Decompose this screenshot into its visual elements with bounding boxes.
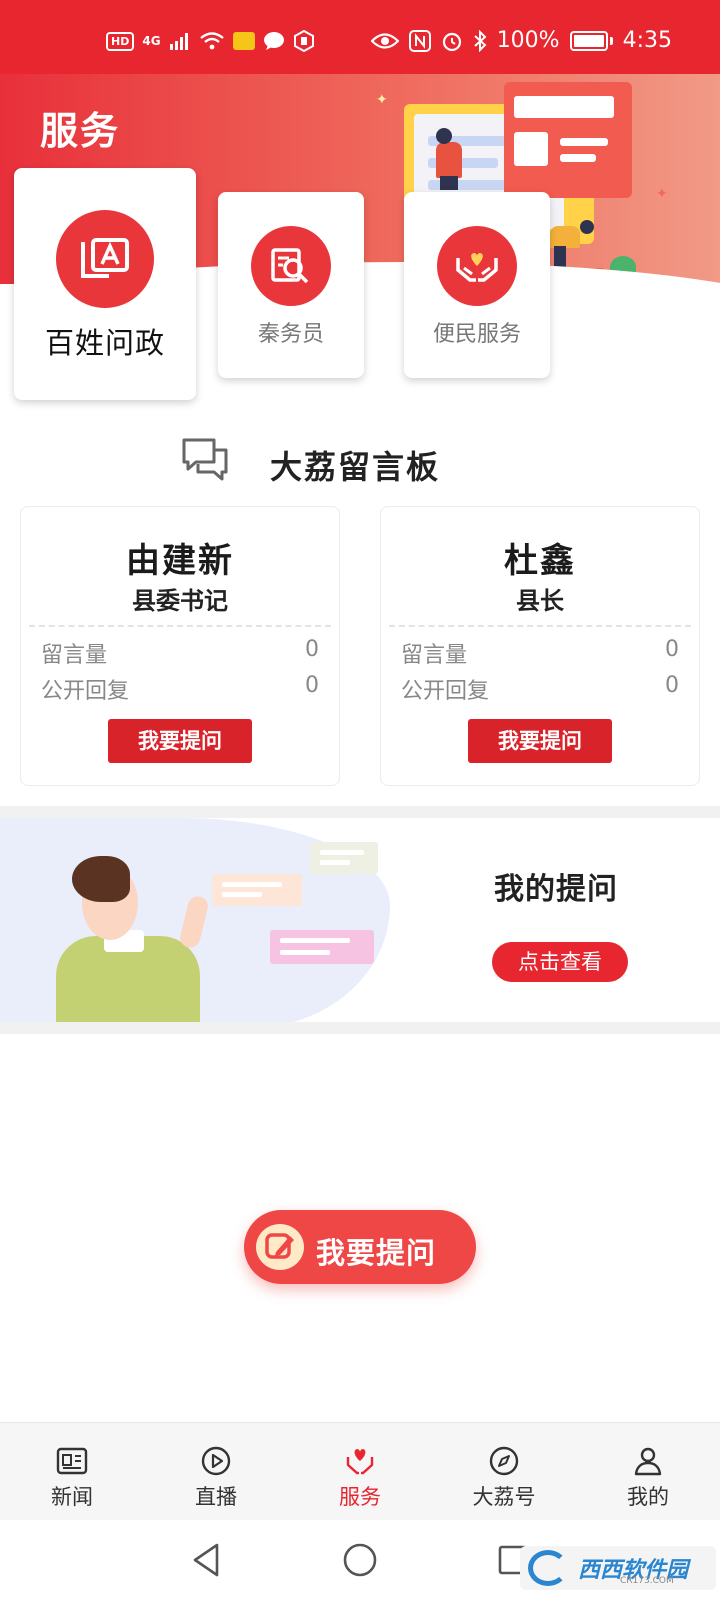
bottom-tab-bar: 新闻 直播 服务 大荔号 我的 — [0, 1422, 720, 1520]
edit-icon — [256, 1224, 304, 1270]
alarm-icon — [442, 32, 461, 51]
stat-replies: 公开回复 0 — [401, 673, 679, 704]
stat-messages: 留言量 0 — [41, 637, 319, 668]
heart-hands-icon — [437, 226, 517, 306]
news-icon — [56, 1447, 88, 1475]
illustration-head-1 — [436, 128, 452, 144]
illustration-bubble — [270, 930, 374, 964]
fab-label: 我要提问 — [316, 1236, 437, 1270]
official-title: 县长 — [516, 587, 564, 615]
service-label: 百姓问政 — [44, 326, 165, 360]
service-label: 便民服务 — [432, 322, 521, 347]
official-title: 县委书记 — [132, 587, 228, 615]
play-icon — [201, 1446, 231, 1476]
status-left: HD 4G — [106, 30, 315, 52]
signal-icon — [169, 33, 188, 50]
wifi-icon — [199, 32, 224, 50]
ask-question-button[interactable]: 我要提问 — [468, 719, 612, 763]
illustration-legs-1 — [440, 176, 458, 190]
clock: 4:35 — [622, 28, 672, 53]
stat-label: 留言量 — [41, 643, 108, 668]
chat-bubbles-icon — [182, 438, 228, 481]
watermark-logo: 西西软件园 CR173.COM — [520, 1546, 716, 1590]
stat-messages: 留言量 0 — [401, 637, 679, 668]
network-badge: 4G — [142, 34, 161, 48]
message-board-title: 大荔留言板 — [270, 448, 441, 486]
service-label: 秦务员 — [257, 322, 324, 347]
mail-icon — [232, 32, 255, 50]
sparkle-icon: ✦ — [376, 92, 388, 108]
service-tile-qinwuyuan[interactable]: 秦务员 — [218, 192, 364, 378]
hd-badge: HD — [106, 31, 135, 51]
sparkle-icon: ✦ — [396, 74, 408, 90]
illustration-card — [504, 82, 632, 198]
eye-icon — [370, 32, 399, 49]
view-my-questions-button[interactable]: 点击查看 — [492, 942, 628, 982]
official-card: 由建新 县委书记 留言量 0 公开回复 0 我要提问 — [20, 506, 340, 786]
stat-label: 公开回复 — [41, 679, 130, 704]
divider — [389, 625, 691, 627]
official-name: 由建新 — [126, 541, 234, 581]
ask-question-button[interactable]: 我要提问 — [108, 719, 252, 763]
battery-icon — [569, 30, 608, 51]
illustration-person-2 — [550, 226, 580, 248]
service-heart-icon — [346, 1449, 374, 1475]
tab-label: 直播 — [195, 1485, 237, 1509]
tab-label: 新闻 — [51, 1485, 93, 1509]
sparkle-icon: ✦ — [656, 186, 668, 202]
stat-label: 公开回复 — [401, 679, 490, 704]
status-right: 100% 4:35 — [370, 28, 672, 53]
service-tile-bianmin-fuwu[interactable]: 便民服务 — [404, 192, 550, 378]
official-card: 杜鑫 县长 留言量 0 公开回复 0 我要提问 — [380, 506, 700, 786]
tab-label: 服务 — [339, 1485, 381, 1509]
nfc-icon — [408, 29, 431, 52]
section-separator — [0, 806, 720, 818]
back-icon[interactable] — [190, 1542, 222, 1578]
official-name: 杜鑫 — [504, 541, 576, 581]
tab-mine[interactable]: 我的 — [576, 1423, 720, 1521]
stat-value: 0 — [305, 673, 319, 698]
stat-label: 留言量 — [401, 643, 468, 668]
watermark-sub: CR173.COM — [620, 1576, 674, 1586]
section-separator — [0, 1022, 720, 1034]
divider — [29, 625, 331, 627]
illustration-head-2 — [580, 220, 594, 234]
illustration-bubble — [212, 874, 302, 906]
stat-value: 0 — [665, 673, 679, 698]
my-questions-banner[interactable]: 我的提问 点击查看 — [0, 818, 720, 1030]
battery-percent: 100% — [496, 28, 560, 53]
screen: { "status_bar": { "left_badges": ["HD", … — [0, 0, 720, 1600]
illustration-bubble — [310, 842, 378, 874]
page-title: 服务 — [40, 109, 121, 153]
stat-value: 0 — [665, 637, 679, 662]
tab-dali-hao[interactable]: 大荔号 — [432, 1423, 576, 1521]
qa-board-icon — [56, 210, 154, 308]
tab-live[interactable]: 直播 — [144, 1423, 288, 1521]
home-icon[interactable] — [342, 1542, 378, 1578]
document-search-icon — [251, 226, 331, 306]
hand-icon — [293, 30, 314, 52]
compass-icon — [489, 1446, 519, 1476]
bluetooth-icon — [474, 29, 487, 52]
ask-question-fab[interactable]: 我要提问 — [244, 1210, 476, 1284]
battery-tip — [609, 36, 613, 45]
my-questions-title: 我的提问 — [494, 872, 618, 907]
user-icon — [634, 1447, 662, 1476]
service-tile-baixing-wenzheng[interactable]: 百姓问政 — [14, 168, 196, 400]
status-bar: HD 4G 100% 4:35 — [0, 0, 720, 74]
tab-label: 我的 — [627, 1485, 669, 1509]
stat-replies: 公开回复 0 — [41, 673, 319, 704]
tab-news[interactable]: 新闻 — [0, 1423, 144, 1521]
tab-label: 大荔号 — [472, 1485, 536, 1509]
watermark-c-icon — [528, 1550, 568, 1586]
illustration-person-1 — [436, 142, 462, 178]
stat-value: 0 — [305, 637, 319, 662]
illustration-man-hair — [72, 856, 130, 902]
tab-service[interactable]: 服务 — [288, 1423, 432, 1521]
chat-notification-icon — [263, 32, 284, 50]
